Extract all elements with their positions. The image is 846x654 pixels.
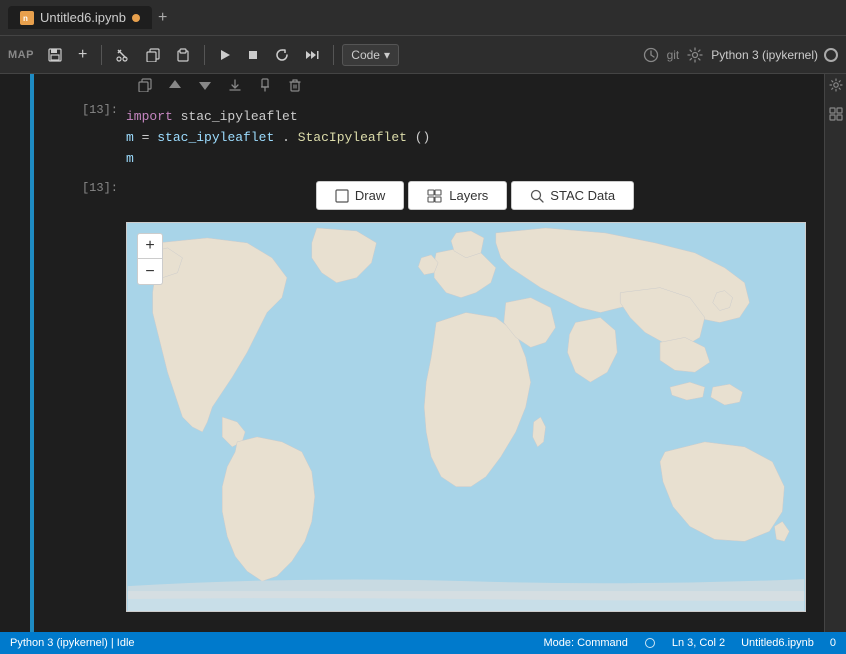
cell-type-select[interactable]: Code ▾ (342, 44, 399, 66)
svg-text:n: n (23, 14, 28, 23)
move-down-button[interactable] (194, 76, 216, 97)
draw-icon (335, 189, 349, 203)
output-prompt: [13]: (46, 177, 126, 612)
cell-toolbar-row (46, 74, 824, 99)
title-bar: n Untitled6.ipynb + (0, 0, 846, 36)
fast-forward-button[interactable] (299, 44, 325, 66)
toolbar: MAP + (0, 36, 846, 74)
run-button[interactable] (213, 45, 237, 65)
copy-button[interactable] (140, 44, 166, 66)
keyword-import: import (126, 109, 173, 124)
zoom-in-button[interactable]: + (137, 233, 163, 259)
add-cell-button[interactable]: + (72, 42, 93, 68)
filename-status: Untitled6.ipynb (741, 637, 814, 649)
cursor-icon (644, 637, 656, 649)
draw-button[interactable]: Draw (316, 181, 404, 210)
layers-button[interactable]: Layers (408, 181, 507, 210)
restart-button[interactable] (269, 44, 295, 66)
cell-toolbar (126, 74, 314, 99)
draw-label: Draw (355, 188, 385, 203)
output-cell: [13]: Draw (46, 177, 824, 612)
toolbar-right: git Python 3 (ipykernel) (643, 47, 838, 63)
var-m-ref: m (126, 151, 134, 166)
separator1 (101, 45, 102, 65)
active-cell-bar (30, 74, 34, 632)
map-zoom-controls: + − (137, 233, 163, 285)
copy-cell-button[interactable] (134, 76, 156, 97)
module-ref: stac_ipyleaflet (157, 130, 274, 145)
layers-label: Layers (449, 188, 488, 203)
tab-label: Untitled6.ipynb (40, 10, 126, 25)
pin-button[interactable] (254, 76, 276, 97)
status-bar: Python 3 (ipykernel) | Idle Mode: Comman… (0, 632, 846, 654)
cell-type-label: Code (351, 48, 380, 62)
kernel-label: Python 3 (ipykernel) (711, 48, 818, 62)
code-line-1: import stac_ipyleaflet (126, 107, 824, 128)
zoom-out-button[interactable]: − (137, 259, 163, 285)
code-content[interactable]: import stac_ipyleaflet m = stac_ipyleafl… (126, 99, 824, 177)
kernel-status: Python 3 (ipykernel) (711, 48, 838, 62)
cursor-position: Ln 3, Col 2 (672, 637, 725, 649)
separator3 (333, 45, 334, 65)
spaces-status: 0 (830, 637, 836, 649)
paste-button[interactable] (170, 44, 196, 66)
stac-data-button[interactable]: STAC Data (511, 181, 634, 210)
world-map-svg (127, 223, 805, 611)
settings-icon[interactable] (687, 47, 703, 63)
chevron-down-icon: ▾ (384, 48, 390, 62)
map-label: MAP (8, 49, 34, 61)
main-content: [13]: import stac_ipyleaflet m = stac_ip… (0, 74, 846, 632)
save-button[interactable] (42, 44, 68, 66)
right-sidebar (824, 74, 846, 632)
input-cell: [13]: import stac_ipyleaflet m = stac_ip… (46, 99, 824, 177)
output-content: Draw Layers (126, 177, 824, 612)
extensions-sidebar-icon[interactable] (829, 107, 843, 124)
map-container[interactable]: + − (126, 222, 806, 612)
settings-sidebar-icon[interactable] (829, 78, 843, 95)
add-tab-button[interactable]: + (158, 9, 167, 27)
kernel-circle (824, 48, 838, 62)
code-line-2: m = stac_ipyleaflet . StacIpyleaflet () (126, 128, 824, 149)
move-up-button[interactable] (164, 76, 186, 97)
input-prompt: [13]: (46, 99, 126, 177)
cut-button[interactable] (110, 44, 136, 66)
tab-modified-dot (132, 14, 140, 22)
status-bar-right: Mode: Command Ln 3, Col 2 Untitled6.ipyn… (544, 637, 836, 649)
layers-icon (427, 189, 443, 203)
left-gutter (0, 74, 46, 632)
map-toolbar: Draw Layers (126, 177, 824, 214)
separator2 (204, 45, 205, 65)
clock-icon (643, 47, 659, 63)
notebook: [13]: import stac_ipyleaflet m = stac_ip… (46, 74, 824, 632)
delete-cell-button[interactable] (284, 76, 306, 97)
git-label: git (667, 48, 680, 62)
code-line-3: m (126, 149, 824, 170)
tab-favicon: n (20, 11, 34, 25)
stac-label: STAC Data (550, 188, 615, 203)
download-button[interactable] (224, 76, 246, 97)
kernel-info: Python 3 (ipykernel) | Idle (10, 637, 135, 649)
var-m: m (126, 130, 134, 145)
notebook-tab[interactable]: n Untitled6.ipynb (8, 6, 152, 29)
func-call: StacIpyleaflet (298, 130, 407, 145)
mode-indicator: Mode: Command (544, 637, 628, 649)
search-icon (530, 189, 544, 203)
code-block: import stac_ipyleaflet m = stac_ipyleafl… (126, 103, 824, 173)
stop-button[interactable] (241, 45, 265, 65)
